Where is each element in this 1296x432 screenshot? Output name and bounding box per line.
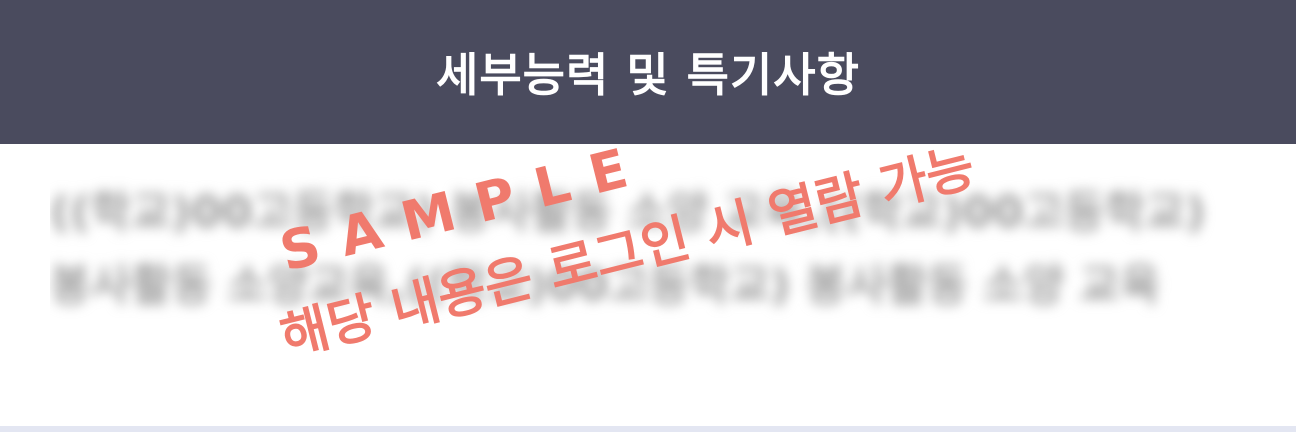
bottom-divider — [0, 426, 1296, 432]
section-header: 세부능력 및 특기사항 — [0, 0, 1296, 144]
blurred-record-text: ((학교)00고등학교) 봉사활동 소양 교육,((학교)00고등학교) 봉사활… — [50, 187, 1206, 311]
section-title: 세부능력 및 특기사항 — [436, 48, 860, 102]
record-content: ((학교)00고등학교) 봉사활동 소양 교육,((학교)00고등학교) 봉사활… — [50, 176, 1230, 406]
record-card: 세부능력 및 특기사항 ((학교)00고등학교) 봉사활동 소양 교육,((학교… — [0, 0, 1296, 432]
